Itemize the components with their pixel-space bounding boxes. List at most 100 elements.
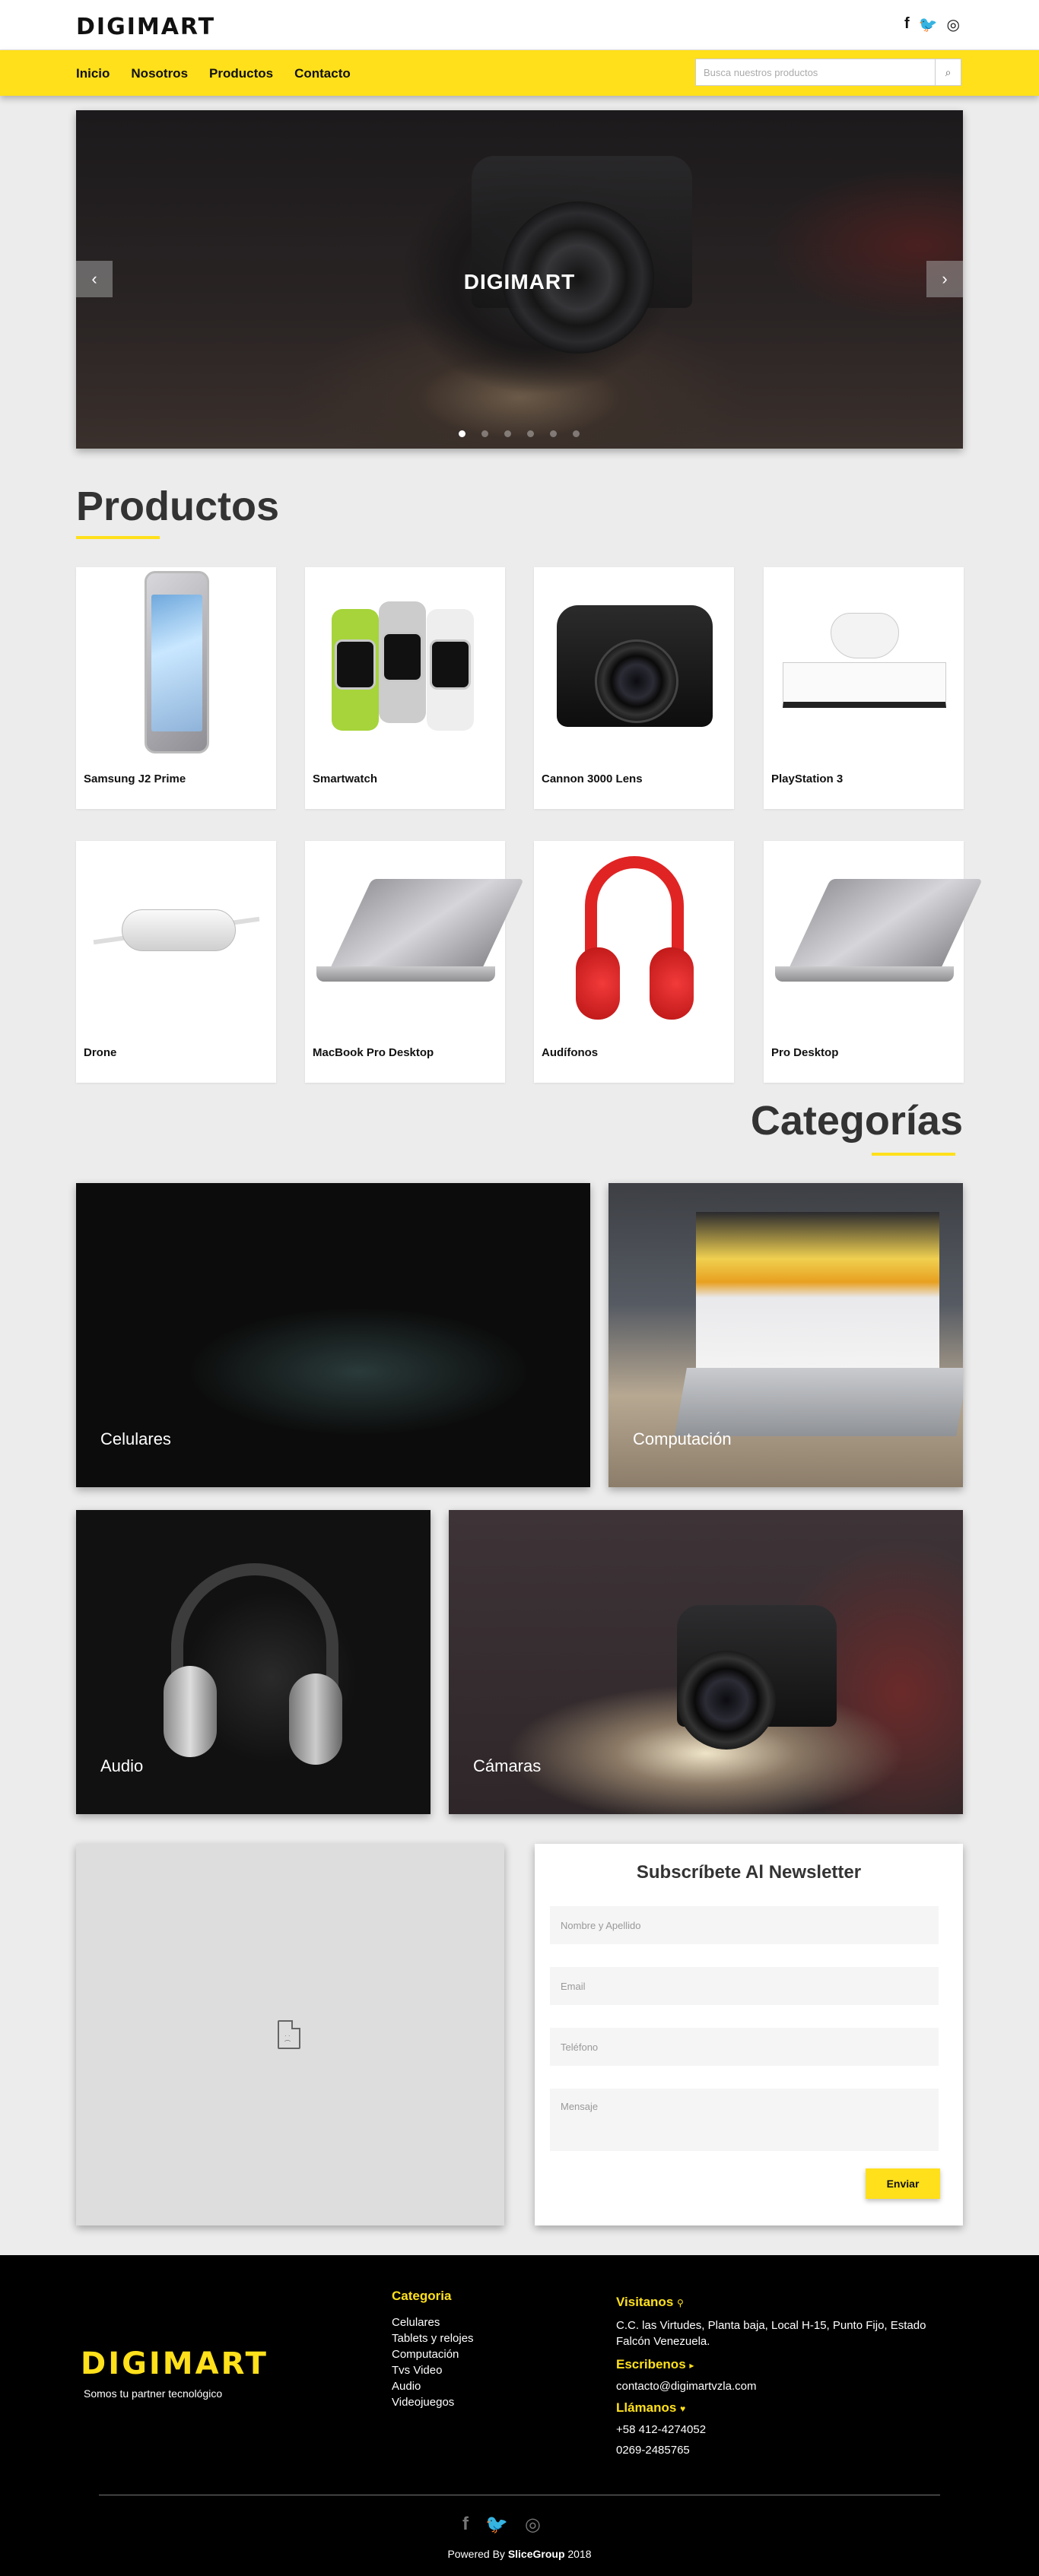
footer-email[interactable]: contacto@digimartvzla.com	[616, 2380, 943, 2393]
send-arrow-icon: ▸	[689, 2360, 694, 2371]
site-footer: DIGIMART Somos tu partner tecnológico Ca…	[0, 2255, 1039, 2576]
search-button[interactable]: ⌕	[935, 59, 961, 85]
email-field[interactable]	[550, 1967, 939, 2005]
footer-category-link[interactable]: Celulares	[392, 2314, 474, 2330]
footer-powered-by: Powered By SliceGroup 2018	[0, 2548, 1039, 2560]
product-name: Cannon 3000 Lens	[542, 772, 643, 785]
product-image-console	[764, 567, 964, 765]
product-card[interactable]: Smartwatch	[305, 567, 505, 809]
footer-category-link[interactable]: Audio	[392, 2378, 474, 2394]
category-card[interactable]: Cámaras	[449, 1510, 963, 1814]
nav-inicio[interactable]: Inicio	[76, 66, 110, 81]
phone-field[interactable]	[550, 2028, 939, 2066]
carousel-dot[interactable]	[573, 430, 580, 437]
nav-links: Inicio Nosotros Productos Contacto	[76, 66, 351, 81]
header-social-links: f 🐦 ◎	[904, 15, 960, 34]
product-name: Audífonos	[542, 1046, 599, 1059]
newsletter-title: Subscríbete Al Newsletter	[636, 1862, 862, 1883]
main-nav: Inicio Nosotros Productos Contacto ⌕	[0, 50, 1039, 96]
product-name: Smartwatch	[313, 772, 378, 785]
name-field[interactable]	[550, 1906, 939, 1944]
category-card[interactable]: Computación	[608, 1183, 963, 1487]
chevron-right-icon: ›	[942, 269, 948, 288]
instagram-icon[interactable]: ◎	[525, 2514, 541, 2536]
powered-brand[interactable]: SliceGroup	[508, 2548, 565, 2560]
facebook-icon[interactable]: f	[462, 2514, 469, 2536]
footer-category-link[interactable]: Tablets y relojes	[392, 2330, 474, 2346]
product-image-drone	[76, 841, 276, 1039]
facebook-icon[interactable]: f	[904, 15, 910, 34]
product-name: MacBook Pro Desktop	[313, 1046, 434, 1059]
footer-categories-heading: Categoria	[392, 2289, 452, 2303]
category-card[interactable]: Audio	[76, 1510, 431, 1814]
instagram-icon[interactable]: ◎	[947, 15, 960, 34]
carousel-dot[interactable]	[550, 430, 557, 437]
carousel-dot[interactable]	[459, 430, 465, 437]
product-name: Drone	[84, 1046, 117, 1059]
carousel-indicators	[459, 430, 580, 437]
category-label: Computación	[633, 1429, 732, 1448]
product-card[interactable]: Drone	[76, 841, 276, 1083]
product-image-phone	[76, 567, 276, 765]
nav-contacto[interactable]: Contacto	[294, 66, 351, 81]
heart-icon: ♥	[680, 2403, 686, 2414]
top-header: DIGIMART f 🐦 ◎	[0, 0, 1039, 50]
product-card[interactable]: Audífonos	[534, 841, 734, 1083]
carousel-dot[interactable]	[481, 430, 488, 437]
product-name: PlayStation 3	[771, 772, 844, 785]
product-image-laptop	[764, 841, 983, 1039]
product-card[interactable]: Cannon 3000 Lens	[534, 567, 734, 809]
hero-title: DIGIMART	[463, 270, 576, 293]
chevron-left-icon: ‹	[91, 269, 97, 288]
category-label: Audio	[100, 1756, 144, 1775]
footer-address: C.C. las Virtudes, Planta baja, Local H-…	[616, 2319, 926, 2348]
product-image-headphones	[534, 841, 734, 1039]
product-card[interactable]: Pro Desktop	[764, 841, 983, 1083]
carousel-next-button[interactable]: ›	[926, 261, 963, 297]
nav-nosotros[interactable]: Nosotros	[131, 66, 188, 81]
call-heading: Llámanos	[616, 2400, 677, 2415]
footer-tagline: Somos tu partner tecnológico	[84, 2387, 223, 2400]
twitter-icon[interactable]: 🐦	[485, 2514, 508, 2536]
product-image-smartwatch	[305, 567, 505, 765]
site-logo[interactable]: DIGIMART	[76, 14, 215, 40]
product-image-camera	[534, 567, 734, 765]
footer-logo[interactable]: DIGIMART	[81, 2346, 268, 2381]
hero-carousel: DIGIMART ‹ ›	[76, 110, 963, 449]
product-card[interactable]: Samsung J2 Prime	[76, 567, 276, 809]
footer-categories: Categoria Celulares Tablets y relojes Co…	[392, 2289, 474, 2410]
powered-prefix: Powered By	[447, 2548, 505, 2560]
product-image-laptop	[305, 841, 524, 1039]
product-card[interactable]: PlayStation 3	[764, 567, 964, 809]
powered-year: 2018	[567, 2548, 592, 2560]
twitter-icon[interactable]: 🐦	[919, 15, 938, 34]
footer-phone[interactable]: 0269-2485765	[616, 2444, 943, 2457]
write-heading: Escribenos	[616, 2357, 686, 2371]
category-label: Cámaras	[473, 1756, 542, 1775]
product-card[interactable]: MacBook Pro Desktop	[305, 841, 524, 1083]
map-embed[interactable]: · · ⌒	[76, 1844, 504, 2225]
products-title-underline	[76, 536, 160, 539]
location-pin-icon: ⚲	[677, 2298, 684, 2308]
category-card[interactable]: Celulares	[76, 1183, 590, 1487]
message-field[interactable]	[550, 2089, 939, 2151]
footer-category-link[interactable]: Tvs Video	[392, 2362, 474, 2378]
categories-title: Categorías	[750, 1098, 963, 1144]
footer-category-link[interactable]: Videojuegos	[392, 2394, 474, 2410]
carousel-dot[interactable]	[527, 430, 534, 437]
carousel-dot[interactable]	[504, 430, 511, 437]
broken-document-icon: · · ⌒	[278, 2020, 300, 2049]
nav-productos[interactable]: Productos	[209, 66, 273, 81]
send-button[interactable]: Enviar	[866, 2168, 940, 2199]
search-icon: ⌕	[945, 65, 952, 78]
footer-contact: Visitanos ⚲ C.C. las Virtudes, Planta ba…	[616, 2295, 943, 2457]
products-title: Productos	[76, 484, 280, 529]
search-input[interactable]	[696, 59, 935, 85]
footer-phone[interactable]: +58 412-4274052	[616, 2423, 943, 2436]
footer-social-links: f 🐦 ◎	[462, 2514, 541, 2536]
visit-heading: Visitanos	[616, 2295, 674, 2309]
search-box: ⌕	[695, 59, 961, 86]
carousel-prev-button[interactable]: ‹	[76, 261, 113, 297]
newsletter-form: Subscríbete Al Newsletter Enviar	[535, 1844, 963, 2225]
footer-category-link[interactable]: Computación	[392, 2346, 474, 2362]
